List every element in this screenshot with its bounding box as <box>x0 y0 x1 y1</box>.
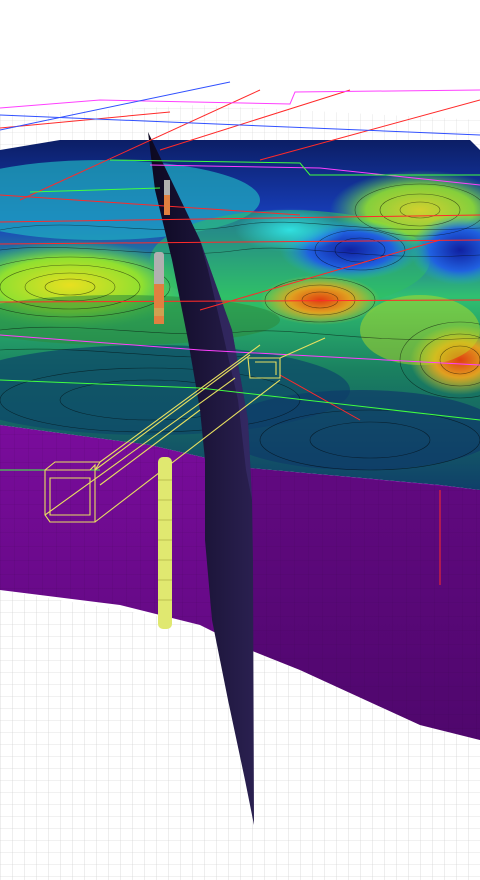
borehole-lower <box>158 457 172 629</box>
3d-geology-viewport[interactable] <box>0 0 480 880</box>
borehole-middle <box>154 252 164 324</box>
borehole-upper <box>164 180 170 215</box>
